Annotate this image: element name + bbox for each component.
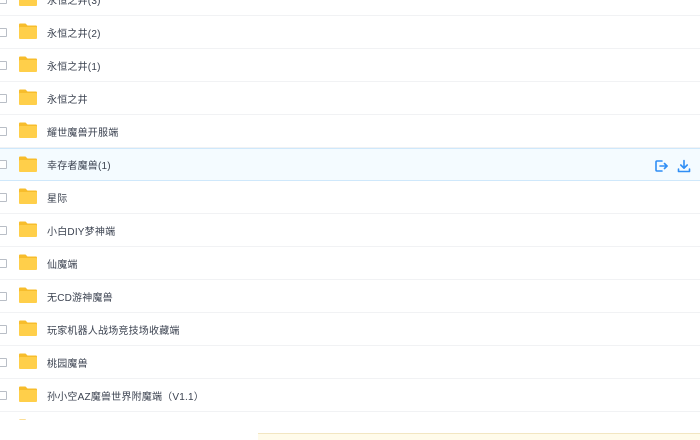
folder-icon xyxy=(18,385,38,403)
row-checkbox[interactable] xyxy=(0,325,7,334)
file-name[interactable]: 幸存者魔兽(1) xyxy=(47,157,111,172)
folder-icon xyxy=(18,187,38,205)
row-checkbox[interactable] xyxy=(0,259,7,268)
file-row[interactable]: 永恒之井(3) xyxy=(0,0,700,16)
row-checkbox[interactable] xyxy=(0,358,7,367)
file-list: 永恒之井(3) 永恒之井(2) 永恒之井(1) 永恒之井耀世魔兽开服端幸存者魔兽(1)… xyxy=(0,0,700,420)
file-row[interactable]: 仙魔端 xyxy=(0,247,700,280)
file-row[interactable]: 星际 xyxy=(0,181,700,214)
row-checkbox[interactable] xyxy=(0,28,7,37)
row-actions xyxy=(654,149,700,182)
file-name[interactable]: 永恒之井(1) xyxy=(47,58,101,73)
file-name[interactable]: 孙小空AZ魔兽世界附魔端（V1.1） xyxy=(47,388,204,403)
file-name[interactable]: 仙魔端 xyxy=(47,256,78,271)
file-row[interactable]: 幸存者魔兽(1) xyxy=(0,148,700,181)
row-checkbox[interactable] xyxy=(0,226,7,235)
file-name[interactable]: 小白DIY梦神端 xyxy=(47,223,115,238)
folder-icon xyxy=(18,220,38,238)
row-checkbox[interactable] xyxy=(0,0,7,4)
folder-icon xyxy=(18,286,38,304)
row-checkbox[interactable] xyxy=(0,61,7,70)
folder-icon xyxy=(18,155,38,173)
file-row[interactable]: 孙小空AZ魔兽世界附魔端（V1.1） xyxy=(0,379,700,412)
file-row[interactable]: 永恒之井 xyxy=(0,82,700,115)
file-name[interactable]: 星际 xyxy=(47,190,67,205)
folder-icon xyxy=(18,319,38,337)
file-name[interactable]: 永恒之井(3) xyxy=(47,0,101,7)
row-checkbox[interactable] xyxy=(0,160,7,169)
download-icon[interactable] xyxy=(677,159,691,173)
folder-icon xyxy=(18,121,38,139)
file-row[interactable]: 永恒之井(2) xyxy=(0,16,700,49)
file-name[interactable]: 永恒之井 xyxy=(47,91,88,106)
file-name[interactable]: 玩家机器人战场竞技场收藏端 xyxy=(47,322,180,337)
file-row[interactable]: 永恒之井(1) xyxy=(0,49,700,82)
folder-icon xyxy=(18,253,38,271)
file-name[interactable]: 桃园魔兽 xyxy=(47,355,88,370)
file-row[interactable]: 耀世魔兽开服端 xyxy=(0,115,700,148)
row-checkbox[interactable] xyxy=(0,391,7,400)
row-checkbox[interactable] xyxy=(0,193,7,202)
file-name[interactable]: 无CD游神魔兽 xyxy=(47,289,113,304)
folder-icon xyxy=(18,352,38,370)
row-checkbox[interactable] xyxy=(0,94,7,103)
row-checkbox[interactable] xyxy=(0,127,7,136)
file-row[interactable]: 孙小空AZ魔兽世界2020附魔版（友爱） xyxy=(0,412,700,420)
file-row[interactable]: 桃园魔兽 xyxy=(0,346,700,379)
folder-icon xyxy=(18,418,38,420)
share-icon[interactable] xyxy=(654,159,668,173)
file-row[interactable]: 小白DIY梦神端 xyxy=(0,214,700,247)
file-row[interactable]: 无CD游神魔兽 xyxy=(0,280,700,313)
folder-icon xyxy=(18,0,38,7)
folder-icon xyxy=(18,55,38,73)
row-checkbox[interactable] xyxy=(0,292,7,301)
folder-icon xyxy=(18,22,38,40)
folder-icon xyxy=(18,88,38,106)
file-name[interactable]: 永恒之井(2) xyxy=(47,25,101,40)
file-name[interactable]: 耀世魔兽开服端 xyxy=(47,124,118,139)
file-row[interactable]: 玩家机器人战场竞技场收藏端 xyxy=(0,313,700,346)
